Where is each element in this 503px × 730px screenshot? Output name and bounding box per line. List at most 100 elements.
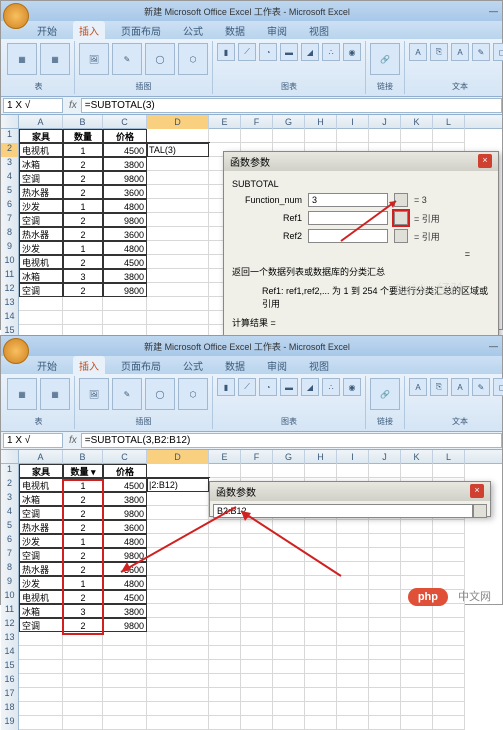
close-icon[interactable]: × [470,484,484,498]
area-chart-icon[interactable]: ◢ [301,378,319,396]
tab-data[interactable]: 数据 [219,356,251,375]
table-cell: 2 [63,520,103,534]
select-all[interactable] [1,450,19,463]
tab-layout[interactable]: 页面布局 [115,356,167,375]
tab-view[interactable]: 视图 [303,21,335,40]
fx-icon[interactable]: fx [65,100,81,111]
tab-review[interactable]: 审阅 [261,21,293,40]
param1-input[interactable] [308,193,388,207]
ref-selector-icon[interactable] [394,193,408,207]
shapes-icon[interactable]: ◯ [145,43,175,75]
sigline-icon[interactable]: ✎ [472,43,490,61]
cn-text: 中文网 [458,588,491,604]
tab-formula[interactable]: 公式 [177,356,209,375]
table-cell: 空调 [19,506,63,520]
close-icon[interactable]: × [478,154,492,168]
wordart-icon[interactable]: A [451,43,469,61]
wordart-icon[interactable]: A [451,378,469,396]
minimize-icon[interactable]: — [489,341,498,351]
pie-chart-icon[interactable]: ◔ [259,43,277,61]
scatter-chart-icon[interactable]: ∴ [322,378,340,396]
shapes-icon[interactable]: ◯ [145,378,175,410]
table-cell: 3 [63,604,103,618]
bar-chart-icon[interactable]: ▬ [280,43,298,61]
smartart-icon[interactable]: ⬡ [178,43,208,75]
tab-start[interactable]: 开始 [31,356,63,375]
table-cell: 4500 [103,255,147,269]
hyperlink-icon[interactable]: 🔗 [370,43,400,75]
table-icon[interactable]: ▦ [40,43,70,75]
formula-bar: 1 X √ fx =SUBTOTAL(3,B2:B12) [1,432,502,450]
bar-chart-icon[interactable]: ▬ [280,378,298,396]
table-cell: 热水器 [19,185,63,199]
tab-insert[interactable]: 插入 [73,356,105,375]
tab-layout[interactable]: 页面布局 [115,21,167,40]
ref-selector-icon[interactable] [394,229,408,243]
tab-insert[interactable]: 插入 [73,21,105,40]
tab-formula[interactable]: 公式 [177,21,209,40]
tab-start[interactable]: 开始 [31,21,63,40]
col-header-k[interactable]: K [401,115,433,129]
office-button[interactable] [3,3,29,29]
col-header-d[interactable]: D [147,115,209,129]
formula-input[interactable]: =SUBTOTAL(3) [81,98,502,113]
sigline-icon[interactable]: ✎ [472,378,490,396]
formula-input[interactable]: =SUBTOTAL(3,B2:B12) [81,433,502,448]
column-chart-icon[interactable]: ▮ [217,378,235,396]
textbox-icon[interactable]: A [409,43,427,61]
pivot-table-icon[interactable]: ▦ [7,43,37,75]
col-header-a[interactable]: A [19,115,63,129]
header-footer-icon[interactable]: ⎘ [430,43,448,61]
textbox-icon[interactable]: A [409,378,427,396]
fx-icon[interactable]: fx [65,435,81,446]
object-icon[interactable]: ◻ [493,378,503,396]
tab-review[interactable]: 审阅 [261,356,293,375]
ref-expand-icon[interactable] [473,504,487,518]
col-header-e[interactable]: E [209,115,241,129]
col-header-c[interactable]: C [103,115,147,129]
picture-icon[interactable]: 🖼 [79,43,109,75]
office-button[interactable] [3,338,29,364]
dialog-titlebar[interactable]: 函数参数 × [224,152,498,171]
line-chart-icon[interactable]: ⟋ [238,378,256,396]
area-chart-icon[interactable]: ◢ [301,43,319,61]
param2-input[interactable] [308,211,388,225]
ribbon: ▦▦表 🖼✎◯⬡插图 ▮⟋◔▬◢∴◉图表 🔗链接 A⎘A✎◻文本 Ω特殊符号 [1,374,502,432]
col-header-g[interactable]: G [273,115,305,129]
param1-label: Function_num [232,195,302,205]
col-header-f[interactable]: F [241,115,273,129]
col-header-j[interactable]: J [369,115,401,129]
param3-label: Ref2 [232,231,302,241]
col-header-h[interactable]: H [305,115,337,129]
minimize-icon[interactable]: — [489,6,498,16]
col-header-i[interactable]: I [337,115,369,129]
dialog-titlebar[interactable]: 函数参数 × [210,482,490,501]
table-icon[interactable]: ▦ [40,378,70,410]
smartart-icon[interactable]: ⬡ [178,378,208,410]
range-input[interactable] [213,504,473,518]
header-footer-icon[interactable]: ⎘ [430,378,448,396]
other-chart-icon[interactable]: ◉ [343,43,361,61]
tab-data[interactable]: 数据 [219,21,251,40]
ribbon-group-charts: ▮ ⟋ ◔ ▬ ◢ ∴ ◉ 图表 [213,41,366,94]
ref-selector-icon[interactable] [394,211,408,225]
other-chart-icon[interactable]: ◉ [343,378,361,396]
object-icon[interactable]: ◻ [493,43,503,61]
pie-chart-icon[interactable]: ◔ [259,378,277,396]
scatter-chart-icon[interactable]: ∴ [322,43,340,61]
select-all[interactable] [1,115,19,128]
name-box[interactable]: 1 X √ [3,98,63,113]
param3-input[interactable] [308,229,388,243]
tab-view[interactable]: 视图 [303,356,335,375]
clipart-icon[interactable]: ✎ [112,43,142,75]
col-header-b[interactable]: B [63,115,103,129]
hyperlink-icon[interactable]: 🔗 [370,378,400,410]
name-box[interactable]: 1 X √ [3,433,63,448]
clipart-icon[interactable]: ✎ [112,378,142,410]
picture-icon[interactable]: 🖼 [79,378,109,410]
line-chart-icon[interactable]: ⟋ [238,43,256,61]
column-chart-icon[interactable]: ▮ [217,43,235,61]
pivot-table-icon[interactable]: ▦ [7,378,37,410]
col-header-l[interactable]: L [433,115,465,129]
table-cell: 2 [63,590,103,604]
